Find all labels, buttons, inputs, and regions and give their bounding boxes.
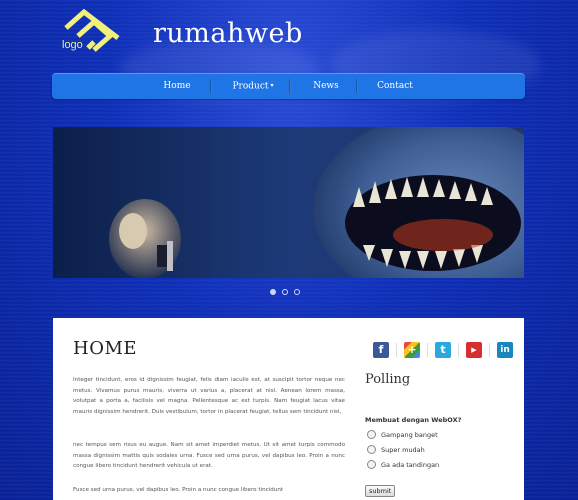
image-slider[interactable] (53, 127, 524, 278)
radio-button[interactable] (367, 430, 376, 439)
content-panel: HOME Integer tincidunt, eros id dignissi… (53, 318, 524, 500)
slider-pagination (270, 289, 300, 295)
poll-option[interactable]: Gampang banget (367, 430, 438, 439)
poll-option-label: Gampang banget (381, 430, 438, 439)
nav-home[interactable]: Home (147, 73, 207, 99)
main-nav: Home Product ▾ News Contact (52, 73, 525, 99)
twitter-icon[interactable]: t (435, 342, 451, 358)
linkedin-icon[interactable]: in (497, 342, 513, 358)
nav-product[interactable]: Product ▾ (220, 73, 286, 99)
divider (458, 343, 459, 357)
facebook-icon[interactable]: f (373, 342, 389, 358)
chevron-down-icon: ▾ (270, 82, 274, 89)
poll-title: Polling (365, 372, 411, 387)
nav-home-label: Home (163, 81, 191, 91)
nav-news-label: News (313, 81, 339, 91)
google-plus-icon[interactable]: + (404, 342, 420, 358)
poll-question: Membuat dengan WebOX? (365, 416, 462, 424)
logo[interactable]: logo (58, 8, 124, 56)
page-title: HOME (73, 338, 138, 359)
nav-divider (356, 79, 358, 93)
youtube-icon[interactable]: ▶ (466, 342, 482, 358)
nav-product-label: Product (232, 81, 269, 92)
nav-divider (289, 79, 291, 93)
divider (489, 343, 490, 357)
logo-mark-icon: logo (62, 8, 120, 52)
poll-submit-button[interactable]: submit (365, 485, 396, 497)
nav-contact[interactable]: Contact (366, 73, 424, 99)
social-links: f + t ▶ in (373, 342, 513, 358)
nav-news[interactable]: News (299, 73, 353, 99)
site-title: rumahweb (153, 18, 303, 49)
divider (427, 343, 428, 357)
radio-button[interactable] (367, 445, 376, 454)
radio-button[interactable] (367, 460, 376, 469)
nav-contact-label: Contact (377, 81, 413, 91)
slider-dot-1[interactable] (270, 289, 276, 295)
poll-option-label: Ga ada tandingan (381, 460, 440, 469)
poll-option[interactable]: Ga ada tandingan (367, 460, 439, 469)
slider-dot-3[interactable] (294, 289, 300, 295)
body-paragraph: Fusce sed urna purus, vel dapibus leo. P… (73, 487, 284, 493)
shark-diver-image (53, 127, 524, 278)
poll-option[interactable]: Super mudah (367, 445, 425, 454)
poll-option-label: Super mudah (381, 445, 425, 454)
divider (396, 343, 397, 357)
body-paragraph: Integer tincidunt, eros id dignissim feu… (73, 377, 345, 415)
slider-dot-2[interactable] (282, 289, 288, 295)
body-paragraph: nec tempus sem risus eu augue. Nam sit a… (73, 442, 345, 470)
logo-text: logo (62, 39, 83, 51)
nav-divider (210, 79, 212, 93)
